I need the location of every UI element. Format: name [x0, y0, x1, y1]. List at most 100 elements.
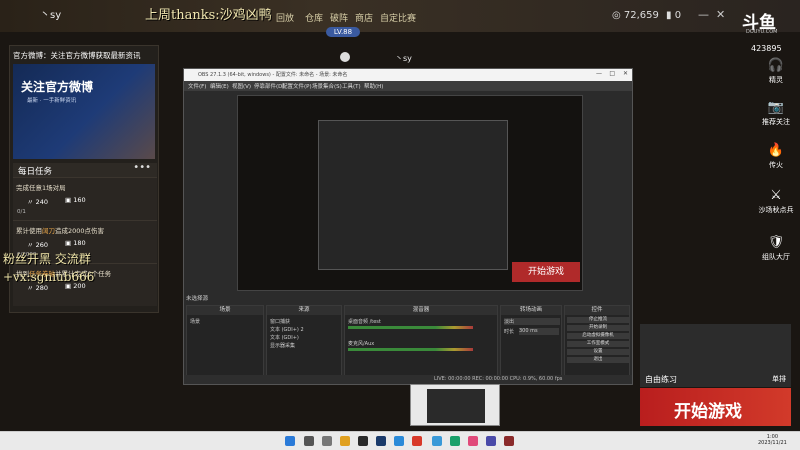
right-item-battle[interactable]: ⚔ 沙场秋点兵 [752, 188, 800, 215]
coin-count: ◎ 72,659 [612, 10, 659, 21]
obs-menubar: 文件(F) 编辑(E) 视图(V) 停靠部件(D) 配置文件(P) 场景集合(S… [184, 81, 632, 91]
menu-scene-collection[interactable]: 场景集合(S) [312, 82, 342, 90]
reward-exp: 〃 240 [27, 198, 48, 206]
steam-icon[interactable] [376, 436, 386, 446]
scenes-dock: 场景 场景 [186, 305, 264, 377]
nested-preview [318, 120, 508, 270]
transitions-dock: 转场动画 淡出 时长 300 ms [500, 305, 562, 377]
dock-header: 转场动画 [501, 306, 561, 315]
dock-header: 控件 [565, 306, 629, 315]
task-view-icon[interactable] [322, 436, 332, 446]
warrior-icon: ⚔ [770, 188, 782, 203]
no-source-label: 未选择源 [186, 296, 209, 302]
gold-count: ▮ 0 [666, 10, 682, 21]
mixer-track: 桌面音频 /test [348, 319, 381, 325]
close-icon[interactable]: ✕ [623, 70, 628, 77]
menu-docks[interactable]: 停靠部件(D) [254, 82, 285, 90]
nav-warehouse[interactable]: 仓库 [305, 11, 323, 24]
right-item-follow[interactable]: 📷 推荐关注 [752, 100, 800, 127]
clock[interactable]: 1:00 2023/11/21 [758, 434, 787, 446]
virtual-camera-button[interactable]: 启动虚拟摄像机 [567, 333, 629, 339]
menu-edit[interactable]: 编辑(E) [210, 82, 229, 90]
right-item-fire[interactable]: 🔥 传火 [752, 143, 800, 170]
fan-group-overlay: 粉丝开黑 交流群 [3, 252, 91, 266]
window-thumbnail[interactable] [410, 384, 500, 426]
viewer-count: 423895 [751, 44, 782, 53]
menu-help[interactable]: 帮助(H) [364, 82, 383, 90]
weibo-title: 官方微博：关注官方微博获取最新资讯 [13, 51, 141, 60]
nav-shop[interactable]: 商店 [355, 11, 373, 24]
free-practice-panel[interactable]: 自由练习 单排 [640, 324, 791, 387]
obs-icon[interactable] [358, 436, 368, 446]
menu-tools[interactable]: 工具(T) [342, 82, 361, 90]
duration-label: 时长 [504, 329, 515, 335]
mixer-dock: 混音器 桌面音频 /test 麦克风/Aux [344, 305, 498, 377]
start-game-button[interactable]: 开始游戏 [640, 388, 791, 426]
menu-profile[interactable]: 配置文件(P) [282, 82, 312, 90]
dock-header: 场景 [187, 306, 263, 315]
right-item-sprite[interactable]: 🎧 精灵 [752, 58, 800, 85]
source-item[interactable]: 文本 (GDI+) [270, 334, 299, 341]
obs-titlebar: OBS 27.1.3 (64-bit, windows) - 配置文件: 未命名… [184, 69, 632, 81]
reward-bag: ▣ 160 [65, 196, 86, 204]
headset-icon: 🎧 [767, 58, 785, 73]
streamer-name: 丶sy [395, 54, 412, 63]
transition-select[interactable]: 淡出 [504, 318, 560, 325]
task-progress: 0/1 [17, 209, 26, 215]
nav-custom-match[interactable]: 自定比赛 [380, 11, 416, 24]
douyu-url: DOUYU.COM [746, 29, 778, 35]
windows-start-icon[interactable] [285, 436, 295, 446]
daily-tasks-header: 每日任务 ••• [13, 162, 157, 177]
studio-mode-button[interactable]: 工作室模式 [567, 341, 629, 347]
level-badge: LV.88 [326, 27, 360, 37]
app-icon[interactable] [486, 436, 496, 446]
maximize-icon[interactable]: □ [609, 70, 615, 77]
app-icon[interactable] [468, 436, 478, 446]
settings-button[interactable]: 设置 [567, 349, 629, 355]
duration-input[interactable]: 300 ms [519, 328, 559, 335]
right-item-team[interactable]: 🛡 组队大厅 [752, 235, 800, 262]
app-icon[interactable] [450, 436, 460, 446]
app-icon[interactable] [504, 436, 514, 446]
edge-icon[interactable] [394, 436, 404, 446]
channel-name: 丶sy [40, 10, 62, 21]
source-item[interactable]: 窗口捕获 [270, 318, 290, 325]
free-practice-label: 自由练习 [645, 375, 677, 384]
app-icon[interactable] [412, 436, 422, 446]
more-icon[interactable]: ••• [133, 162, 151, 173]
obs-title: OBS 27.1.3 (64-bit, windows) - 配置文件: 未命名… [198, 72, 348, 78]
dock-header: 来源 [267, 306, 341, 315]
minimize-icon[interactable]: — [698, 8, 709, 21]
start-game-label: 开始游戏 [674, 402, 742, 422]
stop-streaming-button[interactable]: 停止推流 [567, 317, 629, 323]
thumbnail-preview [427, 389, 485, 423]
nav-break[interactable]: 破阵 [330, 11, 348, 24]
source-item[interactable]: 显示器采集 [270, 342, 295, 349]
minimize-icon[interactable]: — [596, 70, 602, 77]
single-player-label[interactable]: 单排 [772, 374, 786, 384]
nav-replay[interactable]: 回放 [276, 11, 294, 24]
camera-icon: 📷 [767, 100, 785, 115]
weibo-banner[interactable]: 关注官方微博 最新 · 一手新鲜资讯 [13, 64, 155, 159]
file-explorer-icon[interactable] [340, 436, 350, 446]
preview-start-game: 开始游戏 [512, 262, 580, 282]
taskbar: 1:00 2023/11/21 [0, 431, 800, 450]
banner-subtext: 最新 · 一手新鲜资讯 [27, 98, 77, 104]
volume-meter [348, 348, 473, 351]
obs-preview[interactable]: 开始游戏 [237, 95, 583, 291]
close-icon[interactable]: ✕ [716, 8, 725, 21]
menu-file[interactable]: 文件(F) [188, 82, 206, 90]
avatar[interactable] [340, 52, 350, 62]
scene-item[interactable]: 场景 [190, 318, 200, 325]
exit-button[interactable]: 退出 [567, 357, 629, 363]
source-item[interactable]: 文本 (GDI+) 2 [270, 326, 304, 333]
search-icon[interactable] [304, 436, 314, 446]
menu-view[interactable]: 视图(V) [232, 82, 251, 90]
obs-statusbar: LIVE: 00:00:00 REC: 00:00:00 CPU: 0.9%, … [184, 375, 632, 384]
mixer-track: 麦克风/Aux [348, 341, 375, 347]
app-icon[interactable] [432, 436, 442, 446]
task-item: 完成任意1场对局 〃 240 ▣ 160 0/1 [13, 177, 157, 220]
start-recording-button[interactable]: 开始录制 [567, 325, 629, 331]
dock-header: 混音器 [345, 306, 497, 315]
reward-exp: 〃 260 [27, 241, 48, 249]
